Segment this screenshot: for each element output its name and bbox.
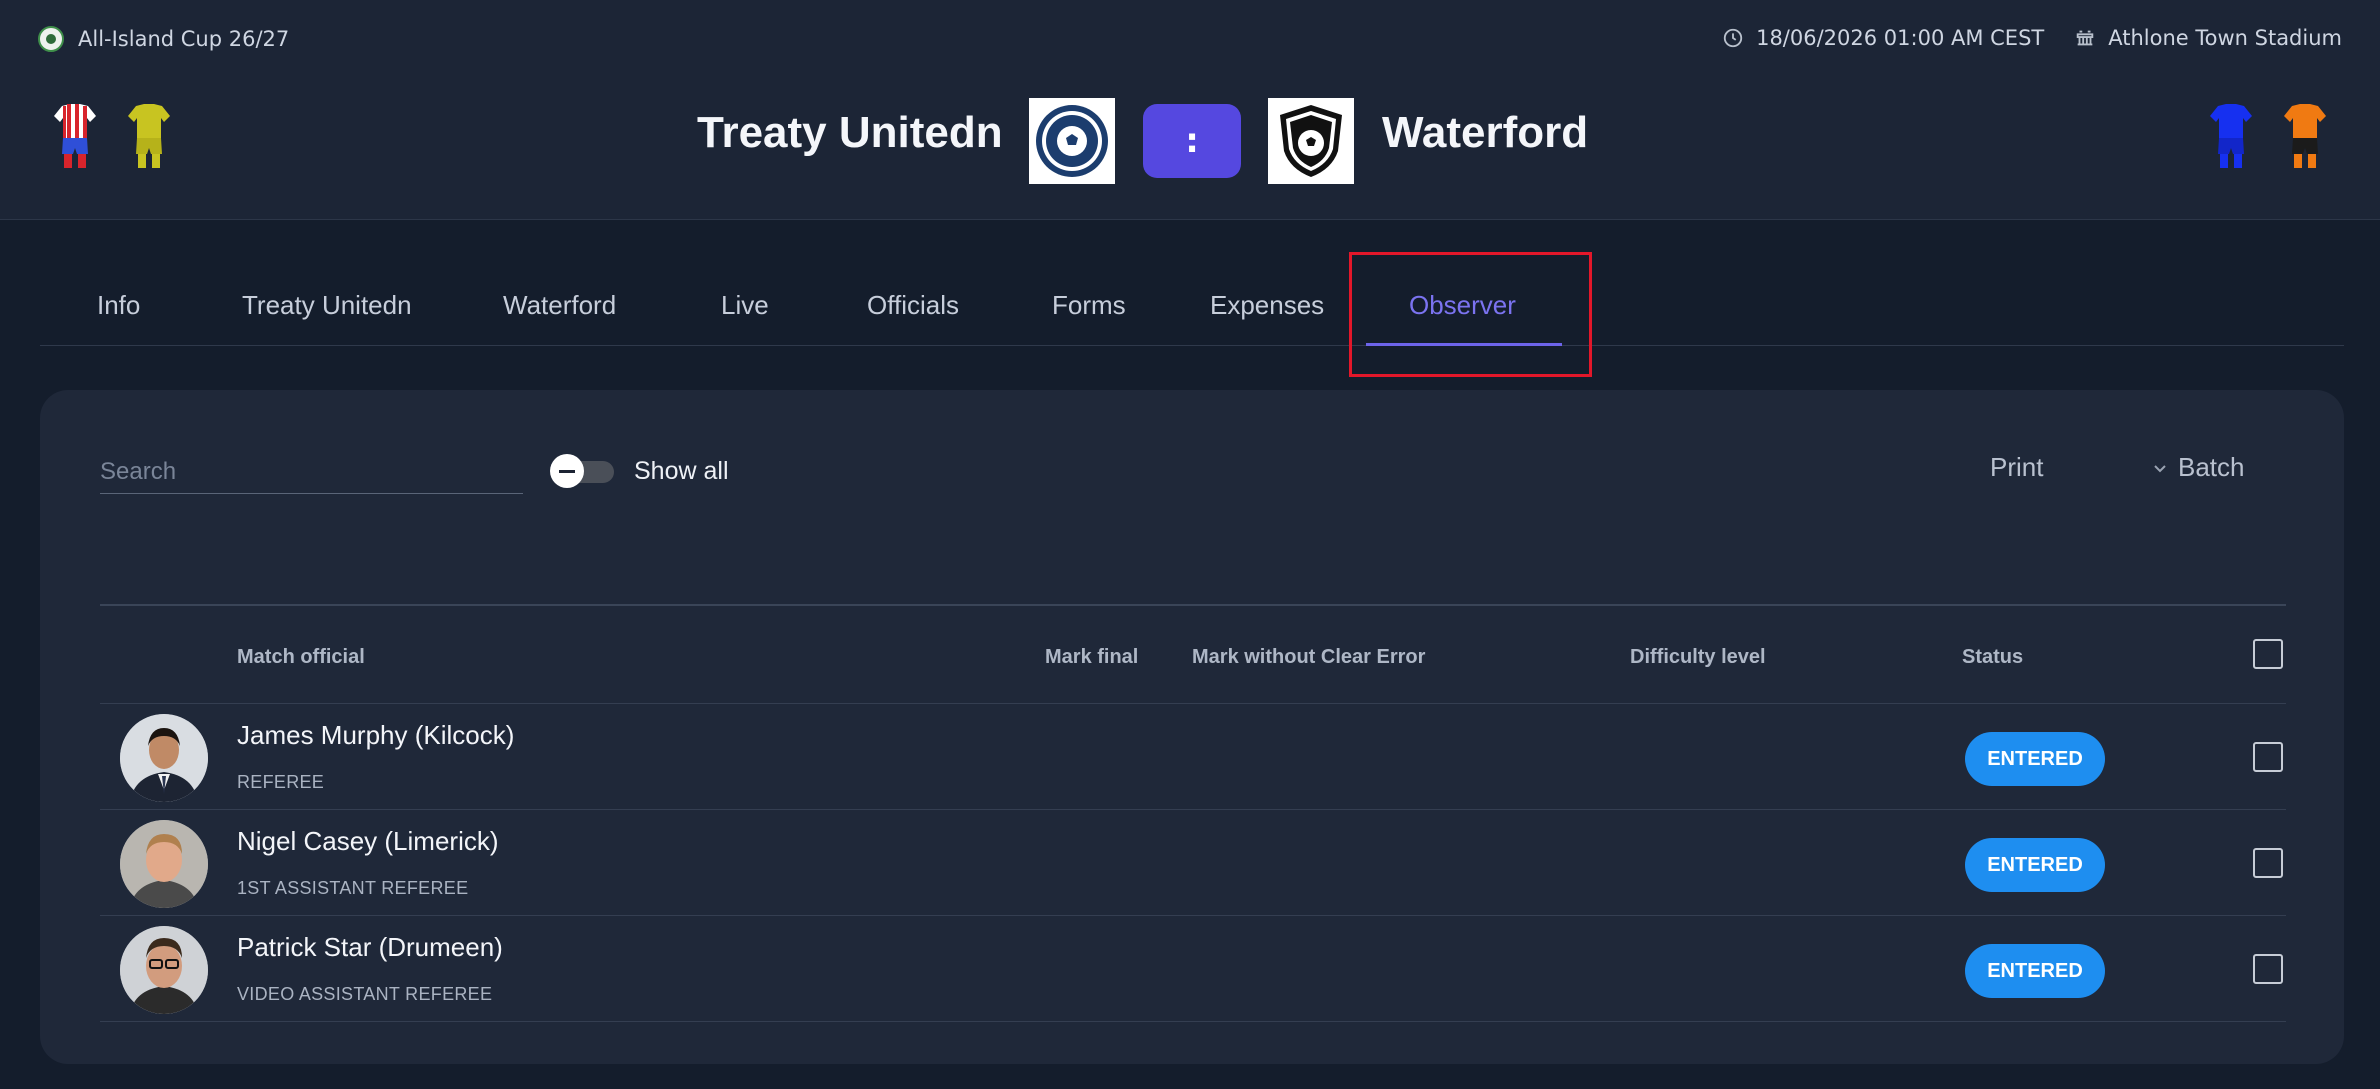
status-badge[interactable]: ENTERED <box>1965 732 2105 786</box>
tab-expenses[interactable]: Expenses <box>1210 290 1324 321</box>
highlight-box <box>1349 252 1592 377</box>
home-team-crest-icon[interactable] <box>1029 98 1115 184</box>
batch-label: Batch <box>2178 452 2245 482</box>
col-mark-without-clear-error[interactable]: Mark without Clear Error <box>1192 646 1425 669</box>
official-name: Nigel Casey (Limerick) <box>237 826 499 856</box>
print-button[interactable]: Print <box>1990 452 2043 483</box>
observer-panel: Show all Print Batch Match official Mark… <box>40 390 2344 1064</box>
match-tabs: Info Treaty Unitedn Waterford Live Offic… <box>40 250 2344 346</box>
official-name: James Murphy (Kilcock) <box>237 720 515 750</box>
stadium-icon <box>2076 30 2094 46</box>
table-row[interactable]: Nigel Casey (Limerick) 1ST ASSISTANT REF… <box>100 810 2286 916</box>
col-status[interactable]: Status <box>1962 646 2023 669</box>
official-role: 1ST ASSISTANT REFEREE <box>237 878 469 898</box>
match-venue: Athlone Town Stadium <box>2108 26 2342 50</box>
show-all-switch[interactable] <box>550 454 614 488</box>
competition-logo-icon <box>38 26 64 52</box>
avatar <box>120 820 208 908</box>
row-checkbox[interactable] <box>2253 742 2283 772</box>
officials-table: Match official Mark final Mark without C… <box>100 604 2286 1022</box>
search-field[interactable] <box>100 450 523 494</box>
clock-icon <box>1723 28 1743 48</box>
match-header: All-Island Cup 26/27 18/06/2026 01:00 AM… <box>0 0 2380 220</box>
table-row[interactable]: James Murphy (Kilcock) REFEREE ENTERED <box>100 704 2286 810</box>
competition-info: All-Island Cup 26/27 <box>38 26 289 52</box>
minus-icon <box>550 454 584 488</box>
tab-live[interactable]: Live <box>721 290 769 321</box>
tab-home-team[interactable]: Treaty Unitedn <box>242 290 412 321</box>
table-row[interactable]: Patrick Star (Drumeen) VIDEO ASSISTANT R… <box>100 916 2286 1022</box>
tab-info[interactable]: Info <box>97 290 140 321</box>
batch-dropdown[interactable]: Batch <box>2150 452 2245 483</box>
row-checkbox[interactable] <box>2253 848 2283 878</box>
col-mark-final[interactable]: Mark final <box>1045 646 1138 669</box>
score-button[interactable]: : <box>1143 104 1241 178</box>
official-role: VIDEO ASSISTANT REFEREE <box>237 984 493 1004</box>
official-role: REFEREE <box>237 772 325 792</box>
tab-officials[interactable]: Officials <box>867 290 959 321</box>
official-name: Patrick Star (Drumeen) <box>237 932 503 962</box>
away-team-name[interactable]: Waterford <box>1382 108 1588 158</box>
status-badge[interactable]: ENTERED <box>1965 944 2105 998</box>
teams-scoreline: Treaty Unitedn : Waterford <box>0 98 2380 184</box>
tab-forms[interactable]: Forms <box>1052 290 1126 321</box>
competition-name: All-Island Cup 26/27 <box>78 27 290 51</box>
search-input[interactable] <box>100 450 523 493</box>
status-badge[interactable]: ENTERED <box>1965 838 2105 892</box>
avatar <box>120 926 208 1014</box>
match-datetime: 18/06/2026 01:00 AM CEST <box>1756 26 2045 50</box>
chevron-down-icon <box>2154 464 2166 472</box>
match-meta: 18/06/2026 01:00 AM CEST Athlone Town St… <box>1722 26 2342 50</box>
avatar <box>120 714 208 802</box>
show-all-toggle[interactable]: Show all <box>550 454 729 488</box>
col-difficulty-level[interactable]: Difficulty level <box>1630 646 1766 669</box>
select-all-checkbox[interactable] <box>2253 639 2283 669</box>
home-team-name[interactable]: Treaty Unitedn <box>697 108 1003 158</box>
row-checkbox[interactable] <box>2253 954 2283 984</box>
col-match-official[interactable]: Match official <box>237 646 365 669</box>
table-header: Match official Mark final Mark without C… <box>100 604 2286 704</box>
away-team-crest-icon[interactable] <box>1268 98 1354 184</box>
tab-away-team[interactable]: Waterford <box>503 290 616 321</box>
show-all-label: Show all <box>634 456 729 485</box>
